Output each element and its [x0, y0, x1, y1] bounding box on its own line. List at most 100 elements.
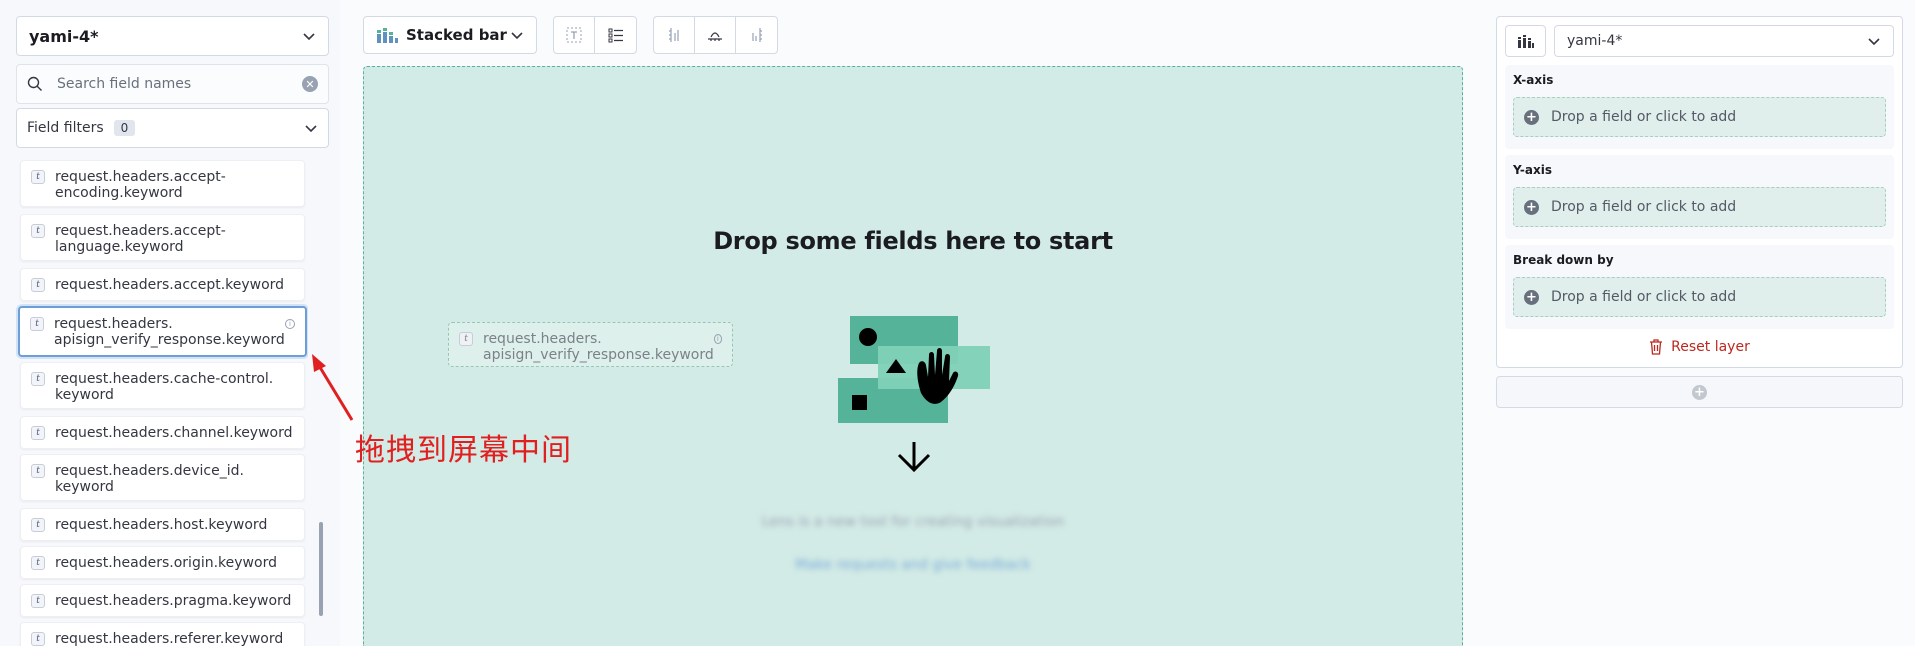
axis-bottom-icon: [708, 32, 722, 41]
plus-circle-icon: +: [1524, 289, 1539, 305]
plus-circle-icon: +: [1524, 199, 1539, 215]
annotation-text: 拖拽到屏幕中间: [355, 433, 572, 468]
field-item-selected[interactable]: t request.headers. apisign_verify_respon…: [18, 306, 307, 357]
right-axis-button[interactable]: [736, 17, 777, 53]
field-name: request.headers.host.keyword: [55, 517, 268, 533]
field-item[interactable]: t request.headers.referer.keyword: [20, 622, 305, 646]
field-item[interactable]: t request.headers.accept- language.keywo…: [20, 214, 305, 261]
string-type-icon: t: [31, 518, 45, 532]
add-layer-button[interactable]: +: [1496, 376, 1903, 408]
field-item[interactable]: t request.headers.channel.keyword: [20, 416, 305, 449]
drop-hint: Drop a field or click to add: [1551, 289, 1737, 305]
drag-drop-illustration-icon: [838, 316, 990, 473]
data-view-select[interactable]: yami-4*: [16, 16, 329, 56]
string-type-icon: t: [31, 278, 45, 292]
info-icon: i: [713, 334, 722, 344]
appearance-button-group: [553, 16, 637, 54]
drop-hint: Drop a field or click to add: [1551, 199, 1737, 215]
field-item[interactable]: t request.headers.cache-control. keyword: [20, 362, 305, 409]
feedback-link[interactable]: Make requests and give feedback: [364, 557, 1462, 573]
y-axis-drop-zone[interactable]: + Drop a field or click to add: [1513, 187, 1886, 227]
y-axis-section: Y-axis + Drop a field or click to add: [1505, 155, 1894, 239]
field-name: request.headers.accept- encoding.keyword: [55, 169, 226, 201]
field-name: request.headers. apisign_verify_response…: [54, 316, 285, 348]
plus-circle-icon: +: [1692, 384, 1707, 400]
legend-icon: [608, 28, 623, 43]
chevron-down-icon: [303, 33, 315, 41]
string-type-icon: t: [31, 632, 45, 646]
field-search: ✕: [16, 64, 329, 104]
dragged-field-ghost: t request.headers. apisign_verify_respon…: [448, 322, 733, 367]
field-name: request.headers.device_id. keyword: [55, 463, 244, 495]
field-item[interactable]: t request.headers.host.keyword: [20, 508, 305, 541]
x-axis-section: X-axis + Drop a field or click to add: [1505, 65, 1894, 149]
chevron-down-icon: [1868, 38, 1880, 46]
layer-config-panel: yami-4* X-axis + Drop a field or click t…: [1496, 16, 1903, 368]
dragged-field-name: request.headers. apisign_verify_response…: [483, 331, 714, 363]
axis-left-icon: [669, 28, 679, 42]
field-item[interactable]: t request.headers.pragma.keyword: [20, 584, 305, 617]
stacked-bar-icon: [1517, 35, 1534, 48]
clear-search-icon[interactable]: ✕: [302, 76, 318, 92]
string-type-icon: t: [459, 332, 473, 346]
breakdown-section: Break down by + Drop a field or click to…: [1505, 245, 1894, 329]
layer-data-view-name: yami-4*: [1567, 33, 1623, 49]
string-type-icon: t: [31, 594, 45, 608]
string-type-icon: t: [31, 224, 45, 238]
field-filters-label: Field filters: [27, 120, 104, 136]
string-type-icon: t: [31, 556, 45, 570]
field-name: request.headers.accept.keyword: [55, 277, 285, 293]
lens-editor: yami-4* ✕ Field filters 0 t request.head…: [0, 0, 1915, 646]
workspace-subtitle: Lens is a new tool for creating visualiz…: [761, 514, 1065, 530]
field-list: t request.headers.accept- encoding.keywo…: [16, 156, 308, 646]
stacked-bar-icon: [377, 28, 398, 43]
chart-type-label: Stacked bar: [406, 26, 507, 44]
field-name: request.headers.channel.keyword: [55, 425, 293, 441]
breakdown-label: Break down by: [1513, 253, 1614, 267]
chevron-down-icon: [305, 125, 317, 133]
layer-chart-type-button[interactable]: [1505, 25, 1546, 57]
trash-icon: [1650, 339, 1663, 355]
field-item[interactable]: t request.headers.accept.keyword: [20, 268, 305, 301]
string-type-icon: t: [31, 170, 45, 184]
y-axis-label: Y-axis: [1513, 163, 1552, 177]
chart-type-switcher[interactable]: Stacked bar: [363, 16, 537, 54]
field-item[interactable]: t request.headers.origin.keyword: [20, 546, 305, 579]
string-type-icon: t: [31, 372, 45, 386]
info-icon[interactable]: i: [285, 319, 295, 329]
field-filters-count: 0: [113, 120, 136, 136]
legend-button[interactable]: [595, 17, 636, 53]
layer-data-view-select[interactable]: yami-4*: [1554, 25, 1894, 57]
field-filters-button[interactable]: Field filters 0: [16, 108, 329, 148]
field-name: request.headers.origin.keyword: [55, 555, 277, 571]
breakdown-drop-zone[interactable]: + Drop a field or click to add: [1513, 277, 1886, 317]
string-type-icon: t: [31, 464, 45, 478]
reset-layer-button[interactable]: Reset layer: [1497, 339, 1902, 355]
plus-circle-icon: +: [1524, 109, 1539, 125]
annotation-arrow-icon: [312, 354, 354, 421]
field-list-scrollbar[interactable]: [319, 522, 323, 616]
search-input[interactable]: [55, 75, 302, 93]
field-sidebar: yami-4* ✕ Field filters 0 t request.head…: [0, 0, 340, 646]
field-item[interactable]: t request.headers.device_id. keyword: [20, 454, 305, 501]
x-axis-drop-zone[interactable]: + Drop a field or click to add: [1513, 97, 1886, 137]
axis-button-group: [653, 16, 778, 54]
drop-hint: Drop a field or click to add: [1551, 109, 1737, 125]
field-name: request.headers.referer.keyword: [55, 631, 284, 646]
field-name: request.headers.pragma.keyword: [55, 593, 292, 609]
layer-header: yami-4*: [1505, 25, 1894, 57]
field-item[interactable]: t request.headers.accept- encoding.keywo…: [20, 160, 305, 207]
string-type-icon: t: [30, 317, 44, 331]
chevron-down-icon: [511, 32, 523, 40]
x-axis-label: X-axis: [1513, 73, 1554, 87]
titles-labels-button[interactable]: [554, 17, 595, 53]
string-type-icon: t: [31, 426, 45, 440]
field-name: request.headers.cache-control. keyword: [55, 371, 274, 403]
workspace-empty-title: Drop some fields here to start: [713, 227, 1113, 255]
field-name: request.headers.accept- language.keyword: [55, 223, 226, 255]
search-icon: [27, 76, 42, 91]
axis-right-icon: [751, 28, 762, 42]
left-axis-button[interactable]: [654, 17, 695, 53]
bottom-axis-button[interactable]: [695, 17, 736, 53]
reset-layer-label: Reset layer: [1671, 339, 1750, 355]
